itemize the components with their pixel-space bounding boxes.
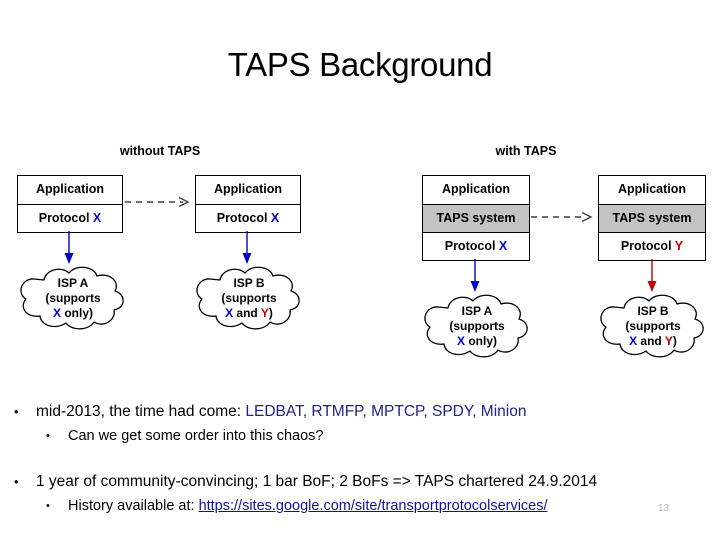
protocol-stack-left-no-taps: Application Protocol X: [17, 175, 123, 233]
slide-canvas: TAPS Background without TAPS with TAPS A…: [0, 0, 720, 540]
cloud-label: ISP A (supports X only): [45, 276, 101, 320]
cloud-label: ISP B (supports X and Y): [221, 276, 277, 320]
cloud-accent-x: X: [52, 306, 61, 320]
layer-application: Application: [35, 182, 105, 196]
bullet-protocols-accent: LEDBAT, RTMFP, MPTCP, SPDY, Minion: [245, 403, 527, 420]
cloud-label: ISP A (supports X only): [449, 304, 505, 348]
dashed-connector-arrow-no-taps: [125, 195, 195, 208]
protocol-accent-y: Y: [674, 239, 684, 253]
cloud-accent-x: X: [629, 334, 638, 348]
layer-protocol-x: Protocol X: [423, 232, 529, 260]
cloud-isp-b-no-taps: ISP B (supports X and Y): [190, 264, 308, 332]
page-title: TAPS Background: [227, 46, 493, 83]
cloud-accent-y: Y: [260, 306, 269, 320]
cloud-isp-a-no-taps: ISP A (supports X only): [14, 264, 132, 332]
layer-protocol-x: Protocol X: [196, 204, 300, 232]
bullet-protocols: mid-2013, the time had come: LEDBAT, RTM…: [0, 400, 720, 424]
bullet-chartered: 1 year of community-convincing; 1 bar Bo…: [0, 470, 720, 494]
protocol-accent-x: X: [498, 239, 508, 253]
slide-body: mid-2013, the time had come: LEDBAT, RTM…: [0, 400, 720, 518]
protocol-stack-right-taps: Application TAPS system Protocol Y: [598, 175, 706, 261]
group-label-with-taps: with TAPS: [495, 144, 557, 158]
layer-protocol-x: Protocol X: [18, 204, 122, 232]
protocol-accent-x: X: [270, 211, 280, 225]
cloud-label: ISP B (supports X and Y): [625, 304, 681, 348]
slide-number: 13: [658, 503, 670, 514]
protocol-stack-right-no-taps: Application Protocol X: [195, 175, 301, 233]
bullet-history: History available at: https://sites.goog…: [0, 494, 720, 518]
cloud-accent-x: X: [225, 306, 234, 320]
layer-taps-system: TAPS system: [423, 204, 529, 232]
protocol-accent-x: X: [92, 211, 102, 225]
dashed-connector-arrow-taps: [531, 210, 598, 223]
bullet-chaos-question: Can we get some order into this chaos?: [0, 424, 720, 448]
group-label-without-taps: without TAPS: [119, 144, 201, 158]
layer-application: Application: [213, 182, 283, 196]
cloud-isp-a-taps: ISP A (supports X only): [418, 292, 536, 360]
cloud-accent-y: Y: [664, 334, 673, 348]
layer-application: Application: [617, 182, 687, 196]
layer-protocol-y: Protocol Y: [599, 232, 705, 260]
protocol-stack-left-taps: Application TAPS system Protocol X: [422, 175, 530, 261]
cloud-isp-b-taps: ISP B (supports X and Y): [594, 292, 712, 360]
history-link[interactable]: https://sites.google.com/site/transportp…: [199, 498, 548, 514]
cloud-accent-x: X: [456, 334, 465, 348]
layer-application: Application: [441, 182, 511, 196]
layer-taps-system: TAPS system: [599, 204, 705, 232]
